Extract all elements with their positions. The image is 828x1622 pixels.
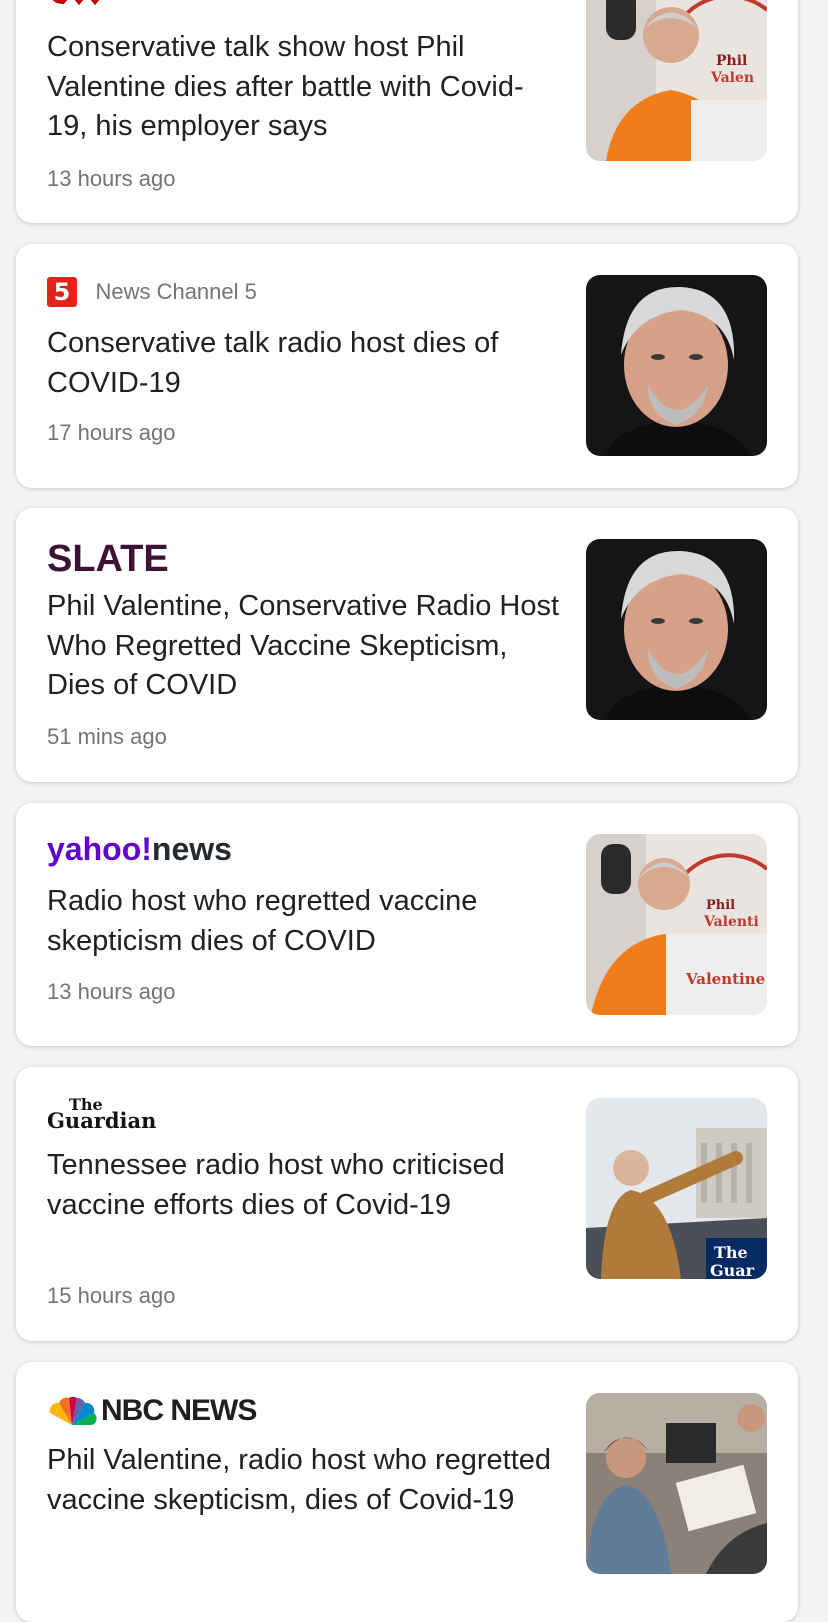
news-card[interactable]: The Guardian Tennessee radio host who cr…: [16, 1067, 798, 1341]
peacock-icon: [49, 1396, 97, 1425]
svg-text:Phil: Phil: [716, 53, 747, 69]
article-time: 13 hours ago: [47, 979, 176, 1004]
yahoo-news-logo: yahoo!news: [47, 831, 232, 867]
svg-text:Guar: Guar: [710, 1261, 755, 1279]
svg-text:Valenti: Valenti: [703, 914, 759, 930]
svg-text:Phil: Phil: [706, 898, 735, 913]
article-time: 51 mins ago: [47, 724, 167, 749]
news-card[interactable]: SLATE Phil Valentine, Conservative Radio…: [16, 508, 798, 782]
svg-text:Valen: Valen: [710, 70, 754, 86]
nbc-news-logo: NBC NEWS: [47, 1394, 257, 1428]
article-headline: Conservative talk radio host dies of COV…: [47, 327, 499, 399]
source-logo: 5 News Channel 5: [47, 277, 257, 307]
article-time: 13 hours ago: [47, 166, 176, 191]
svg-text:Valentine: Valentine: [685, 970, 765, 988]
article-thumbnail: [586, 539, 767, 720]
news-card[interactable]: NBC NEWS Phil Valentine, radio host who …: [16, 1362, 798, 1622]
article-headline: Phil Valentine, radio host who regretted…: [47, 1444, 552, 1516]
channel5-icon: 5: [47, 277, 77, 307]
news-card[interactable]: 5 News Channel 5 Conservative talk radio…: [16, 244, 798, 488]
article-thumbnail: The Guar: [586, 1098, 767, 1279]
article-thumbnail: Phil Valenti Valentine: [586, 834, 767, 1015]
news-card[interactable]: yahoo!news Radio host who regretted vacc…: [16, 803, 798, 1046]
article-thumbnail: [586, 275, 767, 456]
article-thumbnail: [586, 1393, 767, 1574]
guardian-logo: The Guardian: [47, 1095, 157, 1133]
article-time: 15 hours ago: [47, 1283, 176, 1308]
article-time: 17 hours ago: [47, 420, 176, 445]
source-name: News Channel 5: [95, 279, 257, 304]
article-headline: Tennessee radio host who criticised vacc…: [47, 1149, 505, 1221]
article-headline: Phil Valentine, Conservative Radio Host …: [47, 590, 560, 701]
news-card[interactable]: Conservative talk show host Phil Valenti…: [16, 0, 798, 223]
svg-text:The: The: [714, 1243, 748, 1262]
article-headline: Conservative talk show host Phil Valenti…: [47, 31, 524, 142]
cnn-logo: [49, 0, 105, 13]
article-headline: Radio host who regretted vaccine skeptic…: [47, 885, 478, 957]
slate-logo: SLATE: [47, 538, 169, 580]
article-thumbnail: Phil Valen: [586, 0, 767, 161]
